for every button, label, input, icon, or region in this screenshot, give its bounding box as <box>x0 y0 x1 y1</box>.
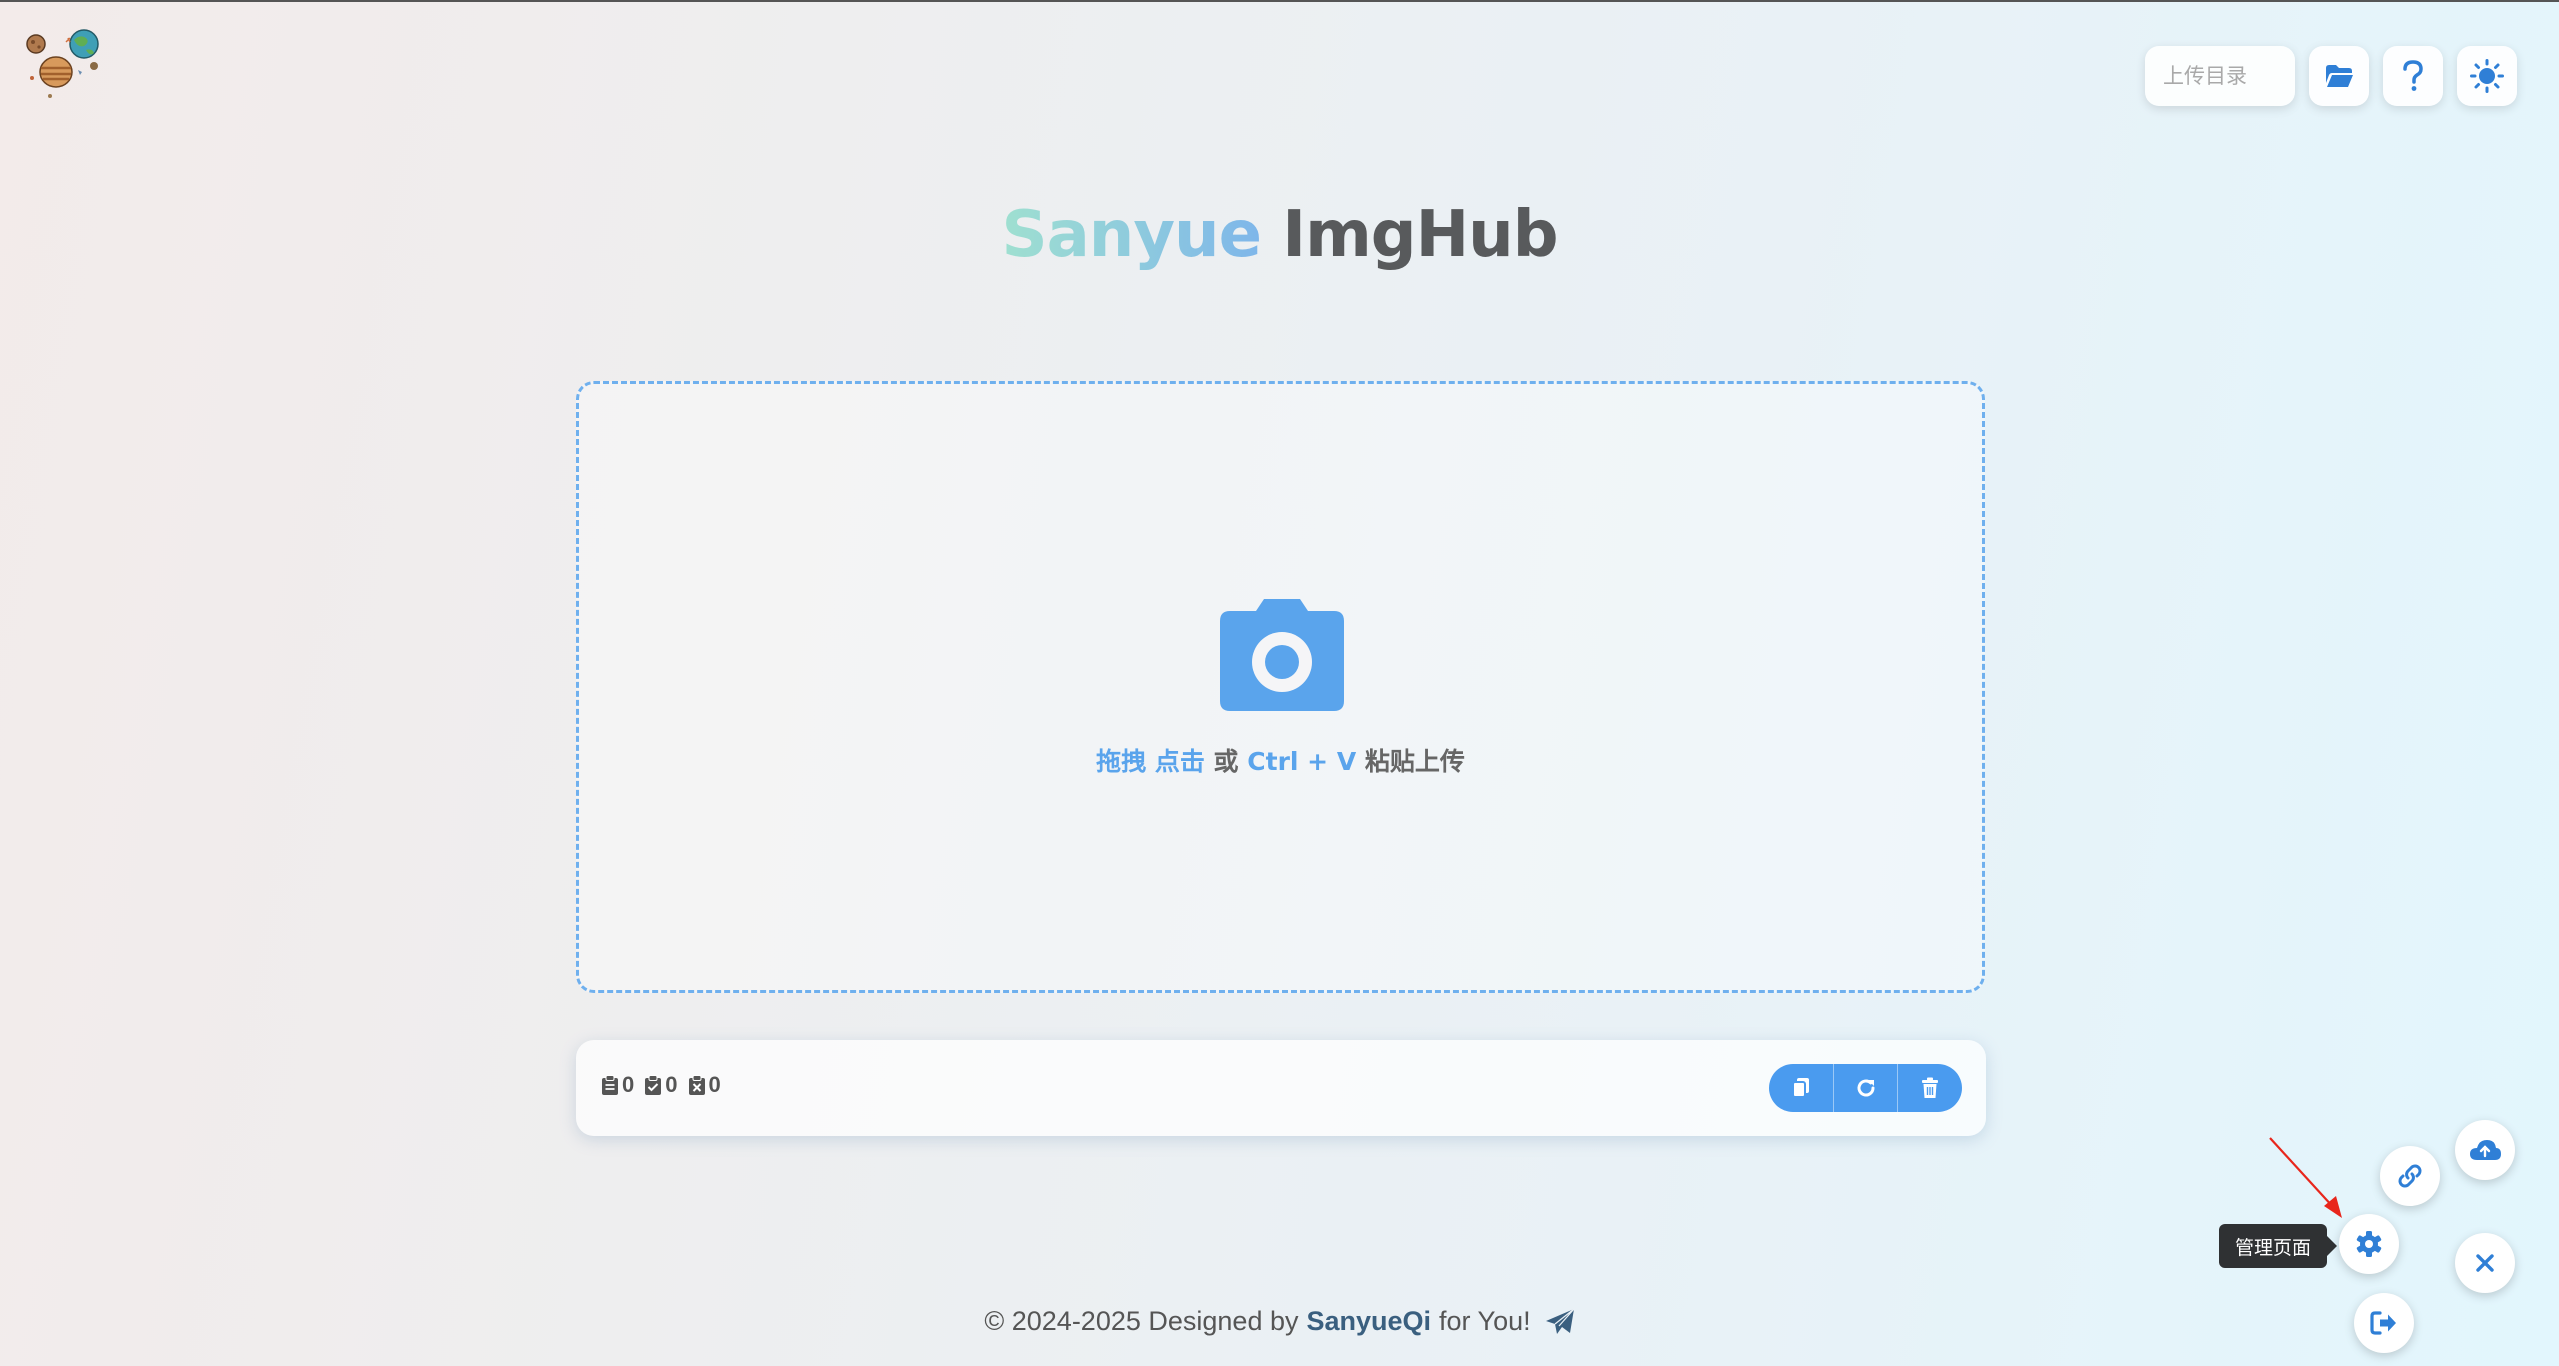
top-toolbar <box>2145 46 2517 106</box>
footer-author-link[interactable]: SanyueQi <box>1306 1306 1431 1337</box>
hint-shortcut: Ctrl + V <box>1247 747 1357 776</box>
total-count: 0 <box>601 1072 634 1098</box>
retry-button[interactable] <box>1832 1064 1898 1112</box>
dropzone-hint: 拖拽 点击 或 Ctrl + V 粘贴上传 <box>579 742 1982 778</box>
clear-button[interactable] <box>1897 1064 1962 1112</box>
upload-actions <box>1769 1064 1962 1112</box>
top-border <box>0 0 2559 2</box>
annotation-arrow-icon <box>2269 1137 2342 1218</box>
title-imghub: ImgHub <box>1282 198 1558 272</box>
help-button[interactable] <box>2383 46 2443 106</box>
clipboard-list-icon <box>602 1075 618 1095</box>
logout-button[interactable] <box>2354 1293 2414 1353</box>
settings-button[interactable] <box>2339 1214 2399 1274</box>
failed-count-value: 0 <box>708 1072 721 1097</box>
footer: © 2024-2025 Designed by SanyueQi for You… <box>0 1306 2559 1337</box>
footer-suffix: for You! <box>1439 1306 1531 1336</box>
hint-click: 点击 <box>1154 747 1205 776</box>
link-button[interactable] <box>2380 1146 2440 1206</box>
refresh-icon <box>1857 1079 1874 1097</box>
folder-open-icon <box>2326 65 2353 87</box>
camera-icon <box>1220 599 1344 711</box>
upload-cloud-button[interactable] <box>2455 1120 2515 1180</box>
upload-directory-input[interactable] <box>2145 46 2295 106</box>
logout-icon <box>2370 1311 2396 1335</box>
failed-count: 0 <box>688 1072 721 1098</box>
planets-logo <box>26 29 99 98</box>
success-count: 0 <box>644 1072 678 1098</box>
copy-icon <box>1791 1078 1809 1098</box>
page-title: Sanyue ImgHub <box>0 198 2559 272</box>
clipboard-x-icon <box>688 1075 705 1095</box>
upload-dropzone[interactable]: 拖拽 点击 或 Ctrl + V 粘贴上传 <box>576 381 1985 993</box>
title-sanyue: Sanyue <box>1001 198 1262 272</box>
sun-icon <box>2470 59 2504 93</box>
folder-button[interactable] <box>2309 46 2369 106</box>
cloud-upload-icon <box>2470 1140 2501 1160</box>
paper-plane-icon[interactable] <box>1545 1308 1575 1336</box>
upload-status-bar: 0 0 0 <box>576 1040 1986 1136</box>
clipboard-check-icon <box>645 1075 662 1095</box>
hint-drag: 拖拽 <box>1096 747 1147 776</box>
close-menu-button[interactable] <box>2455 1233 2515 1293</box>
gear-icon <box>2356 1231 2382 1257</box>
trash-icon <box>1922 1077 1939 1098</box>
link-icon <box>2398 1164 2422 1188</box>
hint-paste: 粘贴上传 <box>1356 747 1465 776</box>
settings-tooltip: 管理页面 <box>2219 1224 2338 1268</box>
upload-counts: 0 0 0 <box>601 1072 721 1098</box>
hint-or: 或 <box>1204 747 1248 776</box>
theme-toggle-button[interactable] <box>2457 46 2517 106</box>
copy-all-button[interactable] <box>1769 1064 1833 1112</box>
close-icon <box>2476 1254 2494 1272</box>
success-count-value: 0 <box>665 1072 678 1097</box>
total-count-value: 0 <box>622 1072 635 1097</box>
question-icon <box>2403 60 2423 91</box>
footer-prefix: © 2024-2025 Designed by <box>984 1306 1299 1336</box>
